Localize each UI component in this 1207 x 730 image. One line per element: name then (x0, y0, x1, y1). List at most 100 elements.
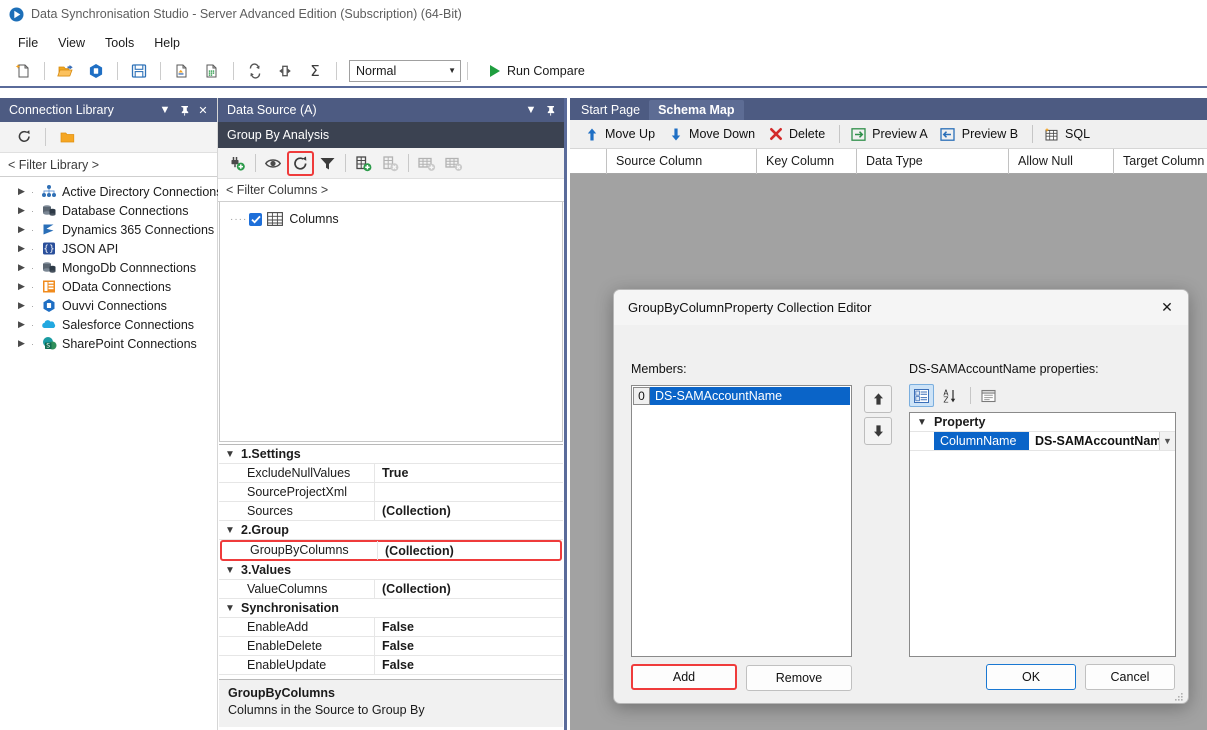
sidebar-item-mongodb[interactable]: ▶ · MongoDb Connnections (0, 258, 217, 277)
categorized-view-icon[interactable] (909, 384, 934, 407)
property-value[interactable]: False (375, 639, 563, 653)
property-row-enableupdate[interactable]: EnableUpdate False (219, 655, 563, 675)
chevron-down-icon[interactable]: ▼ (1159, 432, 1175, 450)
chevron-right-icon[interactable]: ▶ (18, 186, 30, 197)
add-column-icon[interactable] (350, 151, 377, 176)
move-up-button[interactable]: Move Up (579, 123, 663, 145)
refresh-icon[interactable] (287, 150, 314, 176)
grid-column-key-column[interactable]: Key Column (757, 148, 857, 174)
new-project-icon[interactable] (10, 58, 36, 84)
property-value[interactable]: False (375, 658, 563, 672)
menu-item-file[interactable]: File (8, 33, 48, 53)
preview-b-button[interactable]: Preview B (936, 123, 1026, 145)
chevron-down-icon[interactable]: ▼ (219, 603, 241, 614)
chevron-right-icon[interactable]: ▶ (18, 262, 30, 273)
sidebar-item-database[interactable]: ▶ · Database Connections (0, 201, 217, 220)
delete-button[interactable]: Delete (763, 123, 833, 145)
chevron-down-icon[interactable]: ▼ (219, 525, 241, 536)
sidebar-item-sharepoint[interactable]: ▶ · S SharePoint Connections (0, 334, 217, 353)
property-value[interactable]: (Collection) (378, 544, 560, 558)
property-value[interactable]: DS-SAMAccountName (1029, 432, 1159, 450)
run-compare-button[interactable]: Run Compare (484, 61, 591, 81)
preview-a-button[interactable]: Preview A (846, 123, 936, 145)
open-project-icon[interactable] (53, 58, 79, 84)
property-category[interactable]: ▼ 1.Settings (219, 445, 563, 464)
refresh-icon[interactable] (11, 124, 37, 150)
chevron-down-icon[interactable]: ▼ (219, 449, 241, 460)
property-row-columnname[interactable]: ColumnName DS-SAMAccountName ▼ (910, 432, 1175, 451)
tab-start-page[interactable]: Start Page (572, 100, 649, 120)
chevron-down-icon[interactable]: ▼ (157, 102, 173, 118)
grid-column-target-column[interactable]: Target Column (1114, 149, 1207, 174)
property-row-sourceprojectxml[interactable]: SourceProjectXml (219, 482, 563, 502)
chevron-right-icon[interactable]: ▶ (18, 338, 30, 349)
grid-column-selector[interactable] (570, 148, 607, 174)
chevron-down-icon[interactable]: ▼ (523, 102, 539, 118)
resize-grip[interactable] (1173, 691, 1184, 702)
sync-icon[interactable] (242, 58, 268, 84)
chevron-right-icon[interactable]: ▶ (18, 300, 30, 311)
remove-column-icon[interactable] (377, 151, 404, 176)
sidebar-item-json-api[interactable]: ▶ · {} JSON API (0, 239, 217, 258)
members-listbox[interactable]: 0 DS-SAMAccountName (631, 385, 852, 657)
move-down-button[interactable] (864, 417, 892, 445)
compare-mode-select[interactable]: Normal ▼ (349, 59, 461, 82)
add-table-icon[interactable] (413, 151, 440, 176)
columns-tree-root[interactable]: ···· Columns (220, 209, 562, 229)
sigma-icon[interactable]: Σ (302, 58, 328, 84)
move-up-button[interactable] (864, 385, 892, 413)
property-row-enableadd[interactable]: EnableAdd False (219, 617, 563, 637)
property-row-enabledelete[interactable]: EnableDelete False (219, 636, 563, 656)
report-icon[interactable] (169, 58, 195, 84)
property-row-groupbycolumns[interactable]: GroupByColumns (Collection) (220, 540, 562, 561)
remove-table-icon[interactable] (440, 151, 467, 176)
chevron-down-icon[interactable]: ▼ (219, 565, 241, 576)
save-icon[interactable] (126, 58, 152, 84)
property-category[interactable]: ▼ 3.Values (219, 561, 563, 580)
alphabetical-sort-icon[interactable]: A Z (937, 384, 962, 407)
filter-columns-input[interactable]: < Filter Columns > (218, 179, 564, 202)
preview-icon[interactable] (260, 151, 287, 176)
close-icon[interactable]: ✕ (195, 102, 211, 118)
close-icon[interactable]: ✕ (1146, 291, 1188, 325)
ouvvi-icon[interactable] (83, 58, 109, 84)
menu-item-tools[interactable]: Tools (95, 33, 144, 53)
list-item[interactable]: 0 DS-SAMAccountName (633, 387, 850, 405)
sidebar-item-ouvvi[interactable]: ▶ · Ouvvi Connections (0, 296, 217, 315)
chevron-right-icon[interactable]: ▶ (18, 319, 30, 330)
chevron-down-icon[interactable]: ▼ (910, 417, 934, 428)
property-value[interactable]: (Collection) (375, 504, 563, 518)
remove-button[interactable]: Remove (746, 665, 852, 691)
property-row-valuecolumns[interactable]: ValueColumns (Collection) (219, 579, 563, 599)
sidebar-item-odata[interactable]: ▶ · OData Connections (0, 277, 217, 296)
filter-icon[interactable] (314, 151, 341, 176)
property-category[interactable]: ▼ Synchronisation (219, 599, 563, 618)
tab-schema-map[interactable]: Schema Map (649, 100, 744, 120)
sidebar-item-salesforce[interactable]: ▶ · Salesforce Connections (0, 315, 217, 334)
property-value[interactable]: (Collection) (375, 582, 563, 596)
grid-column-source-column[interactable]: Source Column (607, 148, 757, 174)
sidebar-item-dynamics365[interactable]: ▶ · Dynamics 365 Connections (0, 220, 217, 239)
property-pages-icon[interactable] (976, 384, 1001, 407)
ok-button[interactable]: OK (986, 664, 1076, 690)
menu-item-help[interactable]: Help (144, 33, 190, 53)
move-down-button[interactable]: Move Down (663, 123, 763, 145)
property-row-excludenullvalues[interactable]: ExcludeNullValues True (219, 463, 563, 483)
add-button[interactable]: Add (631, 664, 737, 690)
property-row-sources[interactable]: Sources (Collection) (219, 501, 563, 521)
chevron-right-icon[interactable]: ▶ (18, 243, 30, 254)
folder-icon[interactable] (54, 124, 80, 150)
excel-report-icon[interactable] (199, 58, 225, 84)
chevron-right-icon[interactable]: ▶ (18, 281, 30, 292)
sidebar-item-active-directory[interactable]: ▶ · Active Directory Connections (0, 182, 222, 201)
grid-column-data-type[interactable]: Data Type (857, 148, 1009, 174)
pin-icon[interactable] (176, 102, 192, 118)
compare-direction-icon[interactable] (272, 58, 298, 84)
columns-checkbox[interactable] (249, 212, 263, 226)
grid-column-allow-null[interactable]: Allow Null (1009, 148, 1114, 174)
property-category-row[interactable]: ▼ Property (910, 413, 1175, 432)
pin-icon[interactable] (542, 102, 558, 118)
sql-button[interactable]: SQL (1039, 123, 1098, 145)
chevron-right-icon[interactable]: ▶ (18, 205, 30, 216)
filter-library-input[interactable]: < Filter Library > (0, 153, 217, 177)
